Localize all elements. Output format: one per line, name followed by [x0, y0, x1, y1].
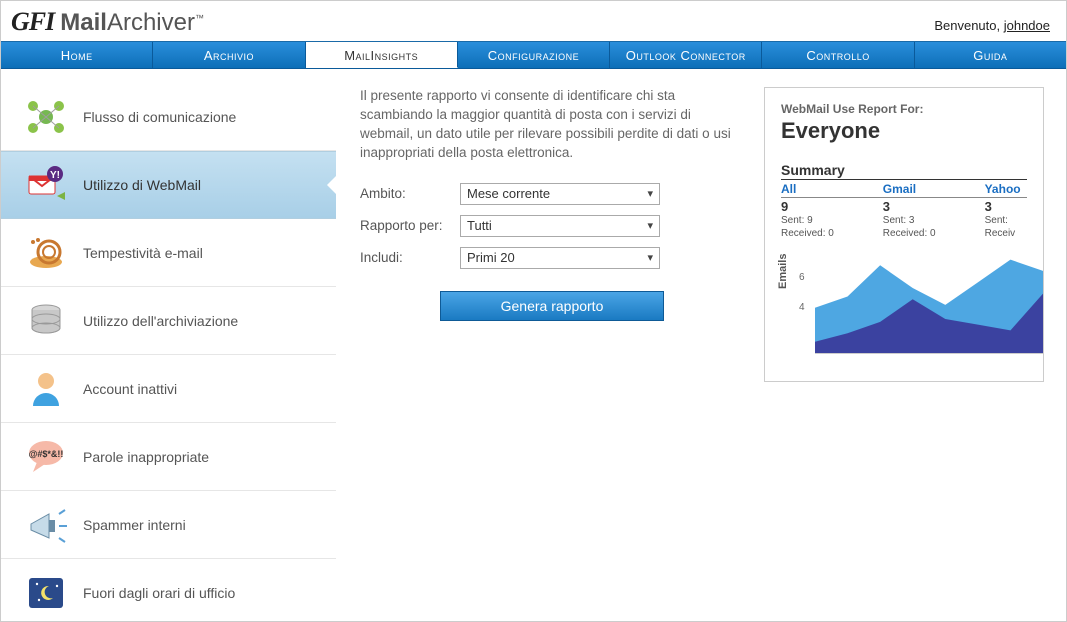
summary-col-all: All 9 Sent: 9 Received: 0 — [781, 182, 883, 240]
speech-bubble-icon: @#$*&!! — [25, 436, 67, 478]
webmail-icon: Y! — [25, 164, 67, 206]
nav-home[interactable]: Home — [1, 42, 153, 68]
network-icon — [25, 96, 67, 138]
report-preview-panel: WebMail Use Report For: Everyone Summary… — [764, 87, 1044, 382]
sidebar-item-inappropriate[interactable]: @#$*&!! Parole inappropriate — [1, 423, 336, 491]
reportfor-select[interactable]: Tutti — [460, 215, 660, 237]
sidebar-item-label: Fuori dagli orari di ufficio — [83, 585, 235, 601]
sidebar-item-label: Flusso di comunicazione — [83, 109, 236, 125]
emails-chart: Emails 6 4 — [781, 254, 1027, 354]
night-icon — [25, 572, 67, 614]
app-logo: GFI MailArchiver™ — [11, 7, 204, 37]
main-nav: Home Archivio MailInsights Configurazion… — [1, 41, 1066, 69]
sidebar-item-webmail[interactable]: Y! Utilizzo di WebMail — [1, 151, 336, 219]
nav-control[interactable]: Controllo — [762, 42, 914, 68]
sidebar-item-label: Spammer interni — [83, 517, 186, 533]
database-icon — [25, 300, 67, 342]
welcome-text: Benvenuto, johndoe — [934, 18, 1050, 37]
nav-archive[interactable]: Archivio — [153, 42, 305, 68]
summary-header: Summary — [781, 162, 1027, 180]
preview-title: Everyone — [781, 118, 1027, 144]
sidebar-item-spammers[interactable]: Spammer interni — [1, 491, 336, 559]
reportfor-label: Rapporto per: — [360, 218, 460, 233]
generate-report-button[interactable]: Genera rapporto — [440, 291, 664, 321]
sidebar-item-label: Parole inappropriate — [83, 449, 209, 465]
megaphone-icon — [25, 504, 67, 546]
sidebar-item-inactive[interactable]: Account inattivi — [1, 355, 336, 423]
scope-select[interactable]: Mese corrente — [460, 183, 660, 205]
nav-guide[interactable]: Guida — [915, 42, 1066, 68]
report-description: Il presente rapporto vi consente di iden… — [360, 87, 744, 163]
nav-config[interactable]: Configurazione — [458, 42, 610, 68]
preview-subtitle: WebMail Use Report For: — [781, 102, 1027, 116]
user-icon — [25, 368, 67, 410]
summary-col-yahoo: Yahoo 3 Sent: Receiv — [985, 182, 1027, 240]
sidebar-item-label: Utilizzo dell'archiviazione — [83, 313, 238, 329]
sidebar-item-storage[interactable]: Utilizzo dell'archiviazione — [1, 287, 336, 355]
sidebar-item-responsiveness[interactable]: Tempestività e-mail — [1, 219, 336, 287]
svg-text:Y!: Y! — [50, 170, 60, 181]
nav-outlook[interactable]: Outlook Connector — [610, 42, 762, 68]
sidebar-item-afterhours[interactable]: Fuori dagli orari di ufficio — [1, 559, 336, 622]
scope-label: Ambito: — [360, 186, 460, 201]
sidebar-item-label: Account inattivi — [83, 381, 177, 397]
snail-icon — [25, 232, 67, 274]
nav-mailinsights[interactable]: MailInsights — [306, 42, 458, 68]
sidebar-item-flow[interactable]: Flusso di comunicazione — [1, 83, 336, 151]
sidebar-item-label: Utilizzo di WebMail — [83, 177, 201, 193]
summary-col-gmail: Gmail 3 Sent: 3 Received: 0 — [883, 182, 985, 240]
include-select[interactable]: Primi 20 — [460, 247, 660, 269]
sidebar: Flusso di comunicazione Y! Utilizzo di W… — [1, 69, 336, 619]
svg-text:@#$*&!!: @#$*&!! — [29, 449, 64, 459]
include-label: Includi: — [360, 250, 460, 265]
sidebar-item-label: Tempestività e-mail — [83, 245, 203, 261]
username-link[interactable]: johndoe — [1004, 18, 1050, 33]
